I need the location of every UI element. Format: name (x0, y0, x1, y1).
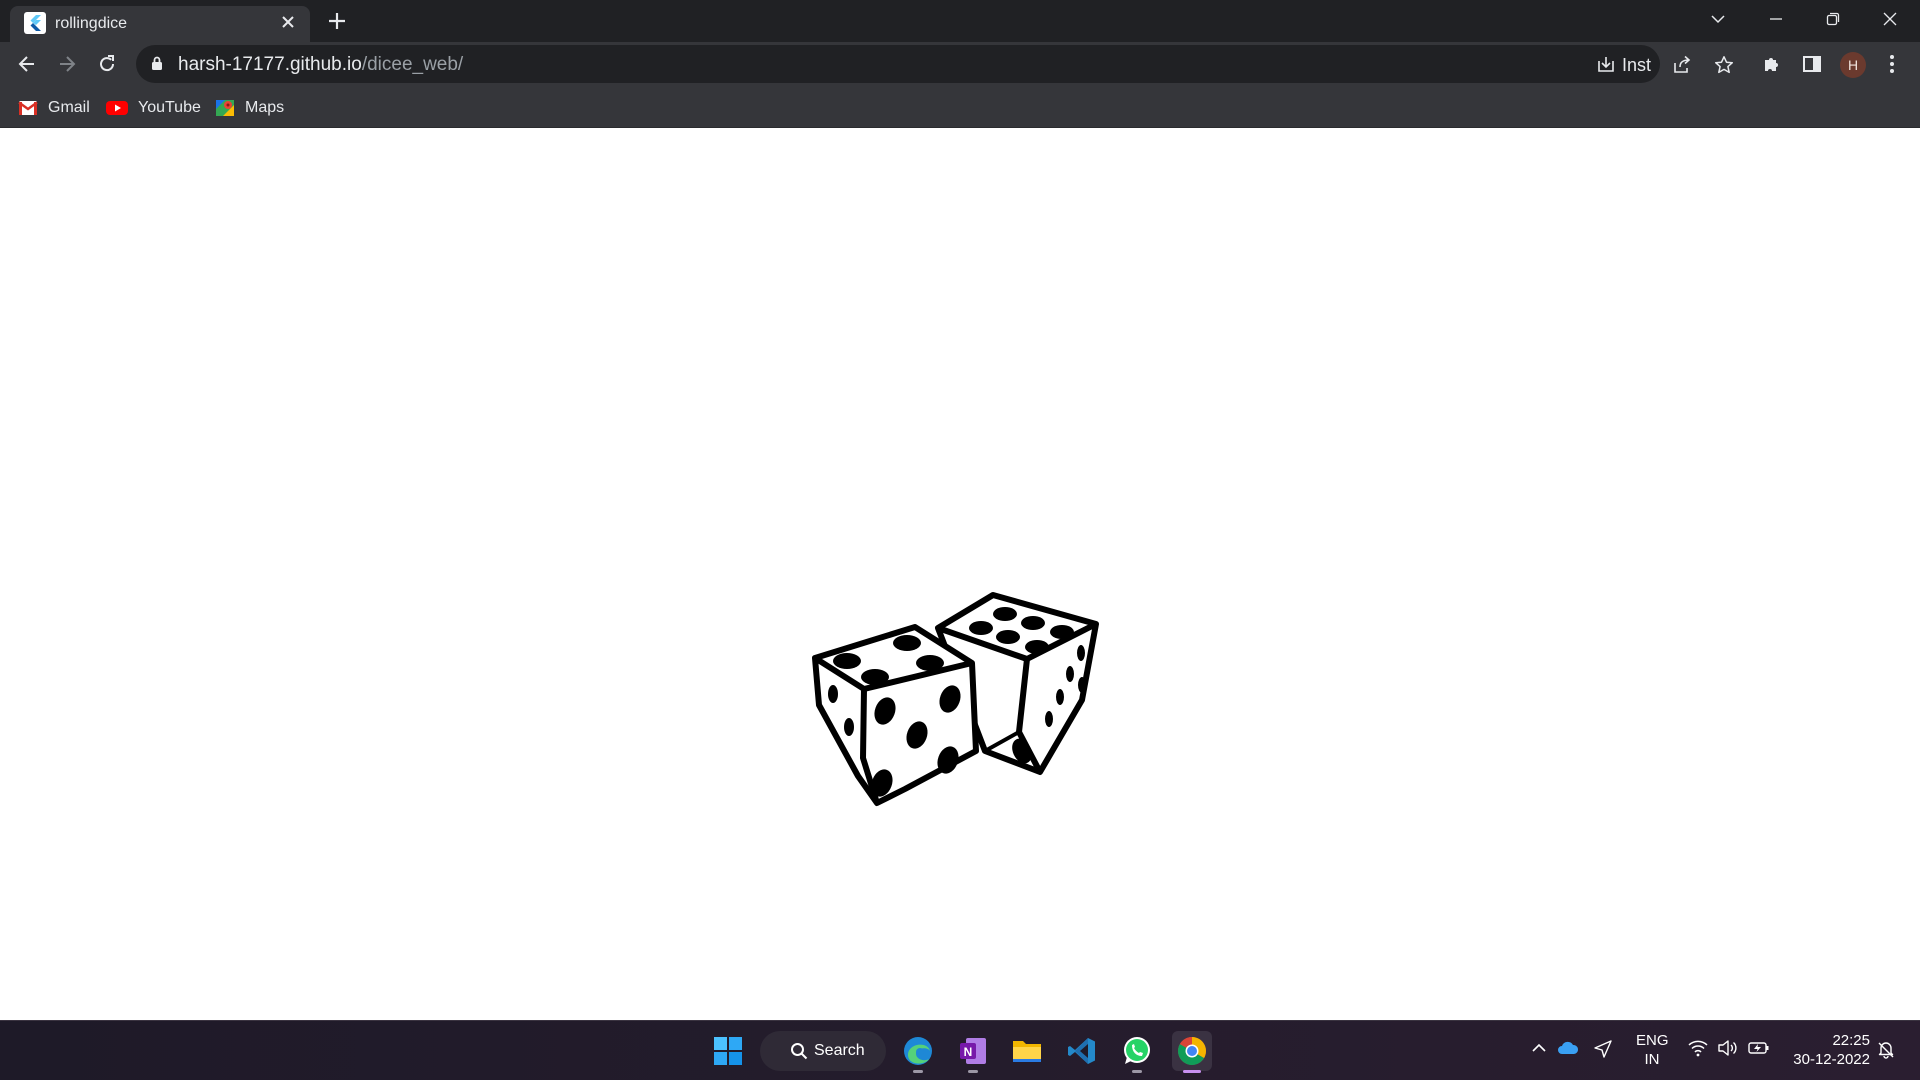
battery-button[interactable] (1748, 1039, 1770, 1062)
language-indicator[interactable]: ENG IN (1636, 1031, 1669, 1069)
reload-button[interactable] (92, 49, 122, 79)
clock-date: 30-12-2022 (1793, 1051, 1870, 1068)
windows-taskbar: Search N ENG IN 22:25 30-12-2022 (0, 1020, 1920, 1080)
forward-button[interactable] (52, 49, 82, 79)
language-code: ENG (1636, 1032, 1669, 1049)
side-panel-button[interactable] (1798, 50, 1826, 78)
taskbar-edge[interactable] (898, 1031, 938, 1073)
wifi-icon (1688, 1040, 1708, 1057)
browser-toolbar: harsh-17177.github.io/dicee_web/ Inst H (0, 42, 1920, 87)
install-icon (1598, 57, 1614, 72)
maps-icon (216, 100, 234, 116)
taskbar-whatsapp[interactable] (1117, 1031, 1157, 1073)
location-button[interactable] (1593, 1039, 1613, 1064)
bookmark-maps[interactable]: Maps (215, 96, 284, 120)
close-icon (1883, 12, 1897, 26)
taskbar-search[interactable]: Search (760, 1031, 886, 1071)
reload-icon (100, 55, 115, 72)
profile-avatar[interactable]: H (1840, 52, 1866, 78)
onenote-icon: N (960, 1038, 986, 1064)
bookmark-youtube[interactable]: YouTube (106, 96, 201, 120)
url-text: harsh-17177.github.io/dicee_web/ (178, 54, 463, 76)
minimize-button[interactable] (1748, 0, 1804, 38)
puzzle-icon (1765, 58, 1778, 71)
bookmarks-bar: Gmail YouTube Maps (0, 87, 1920, 128)
url-path: /dicee_web/ (361, 54, 464, 75)
page-content (0, 128, 1920, 1020)
onedrive-button[interactable] (1557, 1039, 1579, 1062)
search-icon (791, 1043, 808, 1060)
youtube-icon (106, 101, 128, 115)
url-host: harsh-17177.github.io (178, 54, 362, 75)
gmail-icon (18, 101, 38, 115)
restore-button[interactable] (1805, 0, 1861, 38)
plus-icon (329, 13, 345, 29)
extensions-button[interactable] (1758, 50, 1786, 78)
arrow-left-icon (18, 56, 34, 72)
file-explorer-icon (1013, 1041, 1041, 1062)
bookmark-label: YouTube (138, 99, 201, 116)
whatsapp-icon (1124, 1037, 1150, 1064)
svg-text:N: N (964, 1045, 973, 1059)
install-app-button[interactable]: Inst (1596, 53, 1651, 77)
install-label: Inst (1622, 54, 1652, 75)
location-arrow-icon (1594, 1040, 1612, 1058)
running-indicator (968, 1070, 978, 1073)
taskbar-onenote[interactable]: N (953, 1031, 993, 1073)
onedrive-icon (1558, 1041, 1579, 1054)
system-clock[interactable]: 22:25 30-12-2022 (1780, 1031, 1870, 1069)
share-button[interactable] (1672, 53, 1692, 77)
start-button[interactable] (708, 1031, 748, 1071)
search-label: Search (814, 1042, 865, 1059)
active-indicator (1183, 1070, 1201, 1073)
more-vertical-icon (1890, 55, 1894, 73)
share-icon (1674, 55, 1691, 73)
taskbar-file-explorer[interactable] (1007, 1031, 1047, 1071)
tab-search-button[interactable] (1690, 0, 1746, 38)
battery-charging-icon (1748, 1042, 1769, 1054)
volume-icon (1718, 1040, 1737, 1056)
chrome-icon (1178, 1037, 1206, 1065)
minimize-icon (1770, 18, 1782, 20)
front-die (812, 624, 979, 806)
bookmark-star-button[interactable] (1714, 53, 1734, 77)
chevron-down-icon (1711, 15, 1725, 24)
clock-time: 22:25 (1832, 1032, 1870, 1049)
show-hidden-icons-button[interactable] (1530, 1039, 1548, 1062)
wifi-button[interactable] (1688, 1039, 1708, 1062)
tab-title: rollingdice (55, 15, 128, 32)
dice-image[interactable] (805, 588, 1105, 818)
vscode-icon (1068, 1038, 1095, 1064)
star-icon (1714, 56, 1734, 74)
running-indicator (1132, 1070, 1142, 1073)
new-tab-button[interactable] (322, 8, 352, 34)
edge-icon (904, 1037, 932, 1065)
menu-button[interactable] (1878, 50, 1906, 78)
chevron-up-icon (1532, 1043, 1546, 1052)
tab-close-button[interactable] (278, 13, 298, 33)
lock-icon (152, 56, 162, 70)
bookmark-gmail[interactable]: Gmail (18, 96, 90, 120)
bookmark-label: Maps (245, 99, 285, 116)
address-bar[interactable]: harsh-17177.github.io/dicee_web/ Inst (136, 45, 1734, 83)
taskbar-chrome[interactable] (1172, 1031, 1212, 1073)
restore-icon (1826, 12, 1840, 26)
browser-tab[interactable]: rollingdice (10, 6, 310, 42)
back-button[interactable] (12, 49, 42, 79)
side-panel-icon (1803, 56, 1821, 72)
volume-button[interactable] (1717, 1039, 1737, 1062)
tab-strip: rollingdice (0, 0, 1920, 42)
close-icon (282, 16, 294, 28)
close-window-button[interactable] (1862, 0, 1918, 38)
notifications-button[interactable] (1876, 1039, 1896, 1064)
flutter-favicon-icon (24, 12, 46, 34)
running-indicator (913, 1070, 923, 1073)
notification-bell-icon (1878, 1042, 1894, 1059)
taskbar-vscode[interactable] (1062, 1031, 1102, 1071)
bookmark-label: Gmail (48, 99, 90, 116)
start-icon (714, 1037, 742, 1065)
arrow-right-icon (60, 56, 76, 72)
language-region: IN (1644, 1051, 1660, 1068)
